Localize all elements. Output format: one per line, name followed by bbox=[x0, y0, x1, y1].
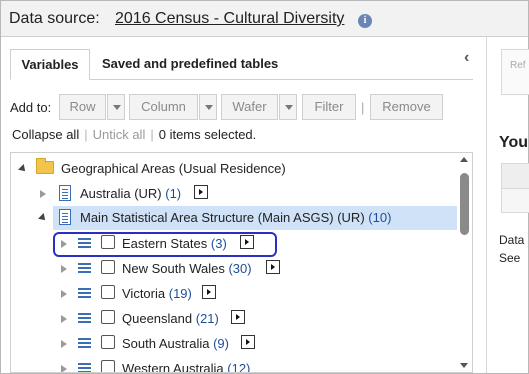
tree-node-victoria[interactable]: Victoria (19) bbox=[11, 282, 457, 306]
tab-bar: Variables Saved and predefined tables bbox=[10, 49, 473, 80]
wafer-dropdown-chevron-icon[interactable] bbox=[279, 94, 297, 120]
selection-separator: | bbox=[84, 127, 88, 142]
info-icon[interactable]: i bbox=[358, 14, 372, 28]
data-source-header: Data source: 2016 Census - Cultural Dive… bbox=[1, 1, 528, 37]
selection-status: 0 items selected. bbox=[158, 127, 257, 142]
checkbox[interactable] bbox=[101, 335, 115, 349]
tree-node-label: Queensland (21) bbox=[122, 308, 219, 330]
collapsed-arrow-icon[interactable] bbox=[61, 365, 67, 372]
tree-node-count[interactable]: (21) bbox=[196, 311, 219, 326]
add-to-toolbar: Add to: Row Column Wafer Filter | Remove bbox=[10, 94, 480, 122]
tree-node-main-asgs-content: Main Statistical Area Structure (Main AS… bbox=[11, 206, 457, 230]
refresh-box[interactable]: Ref bbox=[501, 49, 529, 95]
tree-node-western-australia[interactable]: Western Australia (12) bbox=[11, 357, 457, 373]
data-source-label: Data source: bbox=[9, 10, 100, 27]
collapsed-arrow-icon[interactable] bbox=[61, 290, 67, 298]
refresh-label: Ref bbox=[510, 60, 526, 71]
tree-node-label: Victoria (19) bbox=[122, 283, 192, 305]
tab-saved-predefined-tables[interactable]: Saved and predefined tables bbox=[94, 49, 286, 80]
checkbox[interactable] bbox=[101, 285, 115, 299]
tree-node-name: Queensland bbox=[122, 311, 193, 326]
tree-node-name: Victoria bbox=[122, 286, 166, 301]
go-arrow-icon[interactable] bbox=[231, 310, 245, 324]
tree-node-label: Main Statistical Area Structure (Main AS… bbox=[80, 207, 391, 229]
checkbox[interactable] bbox=[101, 260, 115, 274]
tree-node-name: Western Australia bbox=[122, 361, 224, 373]
scroll-up-arrow-icon[interactable] bbox=[460, 157, 468, 162]
selection-separator: | bbox=[150, 127, 154, 142]
checkbox[interactable] bbox=[101, 360, 115, 372]
collapsed-arrow-icon[interactable] bbox=[40, 190, 46, 198]
tree-node-count[interactable]: (19) bbox=[169, 286, 192, 301]
collapse-all-link[interactable]: Collapse all bbox=[12, 127, 79, 142]
tree-node-australia[interactable]: Australia (UR) (1) bbox=[11, 182, 457, 206]
row-dropdown-chevron-icon[interactable] bbox=[107, 94, 125, 120]
hierarchy-lines-icon bbox=[78, 363, 91, 365]
tree-node-label: South Australia (9) bbox=[122, 333, 229, 355]
collapsed-arrow-icon[interactable] bbox=[61, 315, 67, 323]
scroll-down-arrow-icon[interactable] bbox=[460, 363, 468, 368]
add-row-button[interactable]: Row bbox=[59, 94, 106, 120]
tree-scrollbar[interactable] bbox=[457, 153, 472, 372]
add-column-button[interactable]: Column bbox=[129, 94, 198, 120]
scrollbar-thumb[interactable] bbox=[460, 173, 469, 235]
tree-node-count[interactable]: (9) bbox=[213, 336, 229, 351]
go-arrow-icon[interactable] bbox=[241, 335, 255, 349]
go-arrow-icon[interactable] bbox=[194, 185, 208, 199]
hierarchy-lines-icon bbox=[78, 288, 91, 290]
document-icon bbox=[59, 209, 71, 225]
table-body-cell bbox=[501, 189, 529, 213]
hierarchy-lines-icon bbox=[78, 338, 91, 340]
tree-node-label: Western Australia (12) bbox=[122, 358, 250, 373]
tree-node-name: Australia (UR) bbox=[80, 186, 162, 201]
tree-node-queensland[interactable]: Queensland (21) bbox=[11, 307, 457, 331]
collapsed-arrow-icon[interactable] bbox=[61, 265, 67, 273]
add-to-label: Add to: bbox=[10, 100, 52, 115]
see-note: See bbox=[499, 251, 521, 265]
filter-button[interactable]: Filter bbox=[302, 94, 356, 120]
table-panel: Ref You Data See bbox=[486, 37, 529, 373]
remove-button[interactable]: Remove bbox=[370, 94, 443, 120]
tree-node-name: South Australia bbox=[122, 336, 210, 351]
untick-all-link[interactable]: Untick all bbox=[93, 127, 146, 142]
tree-node-south-australia[interactable]: South Australia (9) bbox=[11, 332, 457, 356]
hierarchy-lines-icon bbox=[78, 313, 91, 315]
tree-node-new-south-wales[interactable]: New South Wales (30) bbox=[11, 257, 457, 281]
tree-node-count[interactable]: (12) bbox=[227, 361, 250, 372]
selection-bar: Collapse all | Untick all | 0 items selected… bbox=[12, 127, 256, 142]
variable-tree: Geographical Areas (Usual Residence) Aus… bbox=[10, 152, 473, 373]
collapse-panel-chevron-icon[interactable]: ‹ bbox=[464, 49, 469, 67]
tab-variables[interactable]: Variables bbox=[10, 49, 90, 80]
tree-node-label: New South Wales (30) bbox=[122, 258, 252, 280]
toolbar-separator: | bbox=[361, 100, 365, 115]
data-note: Data bbox=[499, 233, 525, 247]
data-source-link[interactable]: 2016 Census - Cultural Diversity bbox=[115, 10, 344, 28]
folder-icon bbox=[36, 158, 54, 174]
tree-node-count[interactable]: (10) bbox=[368, 210, 391, 225]
go-arrow-icon[interactable] bbox=[202, 285, 216, 299]
tree-node-label: Geographical Areas (Usual Residence) bbox=[61, 161, 286, 176]
add-wafer-button[interactable]: Wafer bbox=[221, 94, 278, 120]
checkbox[interactable] bbox=[101, 310, 115, 324]
expanded-arrow-icon[interactable] bbox=[38, 213, 48, 223]
tree-node-name: New South Wales bbox=[122, 261, 225, 276]
document-icon bbox=[59, 185, 71, 201]
tree-node-count[interactable]: (30) bbox=[228, 261, 251, 276]
tree-node-label: Australia (UR) (1) bbox=[80, 183, 181, 205]
focus-outline bbox=[53, 232, 277, 257]
column-dropdown-chevron-icon[interactable] bbox=[199, 94, 217, 120]
tree-node-count[interactable]: (1) bbox=[165, 186, 181, 201]
variables-panel: Variables Saved and predefined tables ‹ … bbox=[1, 37, 485, 373]
table-header-cell bbox=[501, 163, 529, 189]
tree-node-geographical-areas[interactable]: Geographical Areas (Usual Residence) bbox=[11, 157, 457, 181]
table-heading: You bbox=[499, 134, 529, 151]
hierarchy-lines-icon bbox=[78, 263, 91, 265]
tree-node-name: Main Statistical Area Structure (Main AS… bbox=[80, 210, 365, 225]
expanded-arrow-icon[interactable] bbox=[18, 164, 28, 174]
collapsed-arrow-icon[interactable] bbox=[61, 340, 67, 348]
go-arrow-icon[interactable] bbox=[266, 260, 280, 274]
